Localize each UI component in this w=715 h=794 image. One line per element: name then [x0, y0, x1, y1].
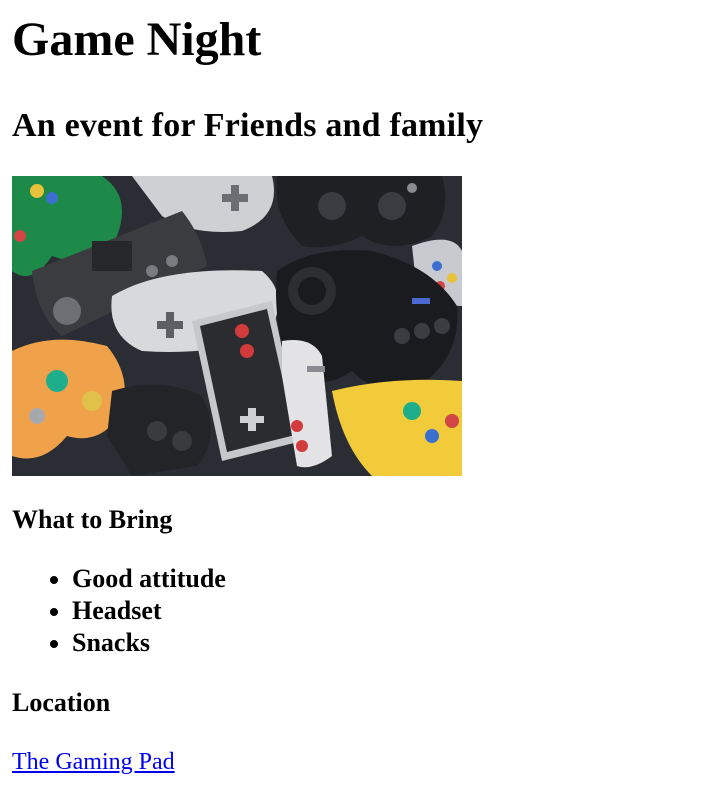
list-item: Good attitude	[72, 563, 703, 595]
page-subtitle: An event for Friends and family	[12, 107, 484, 144]
page-title: Game Night	[12, 13, 262, 66]
list-item: Headset	[72, 595, 703, 627]
location-heading: Location	[12, 688, 111, 717]
list-item: Snacks	[72, 627, 703, 659]
game-controllers-image	[12, 176, 462, 476]
bring-list: Good attitude Headset Snacks	[12, 563, 703, 659]
page: Game Night An event for Friends and fami…	[0, 12, 715, 777]
what-to-bring-heading: What to Bring	[12, 505, 173, 534]
location-link[interactable]: The Gaming Pad	[12, 747, 175, 777]
